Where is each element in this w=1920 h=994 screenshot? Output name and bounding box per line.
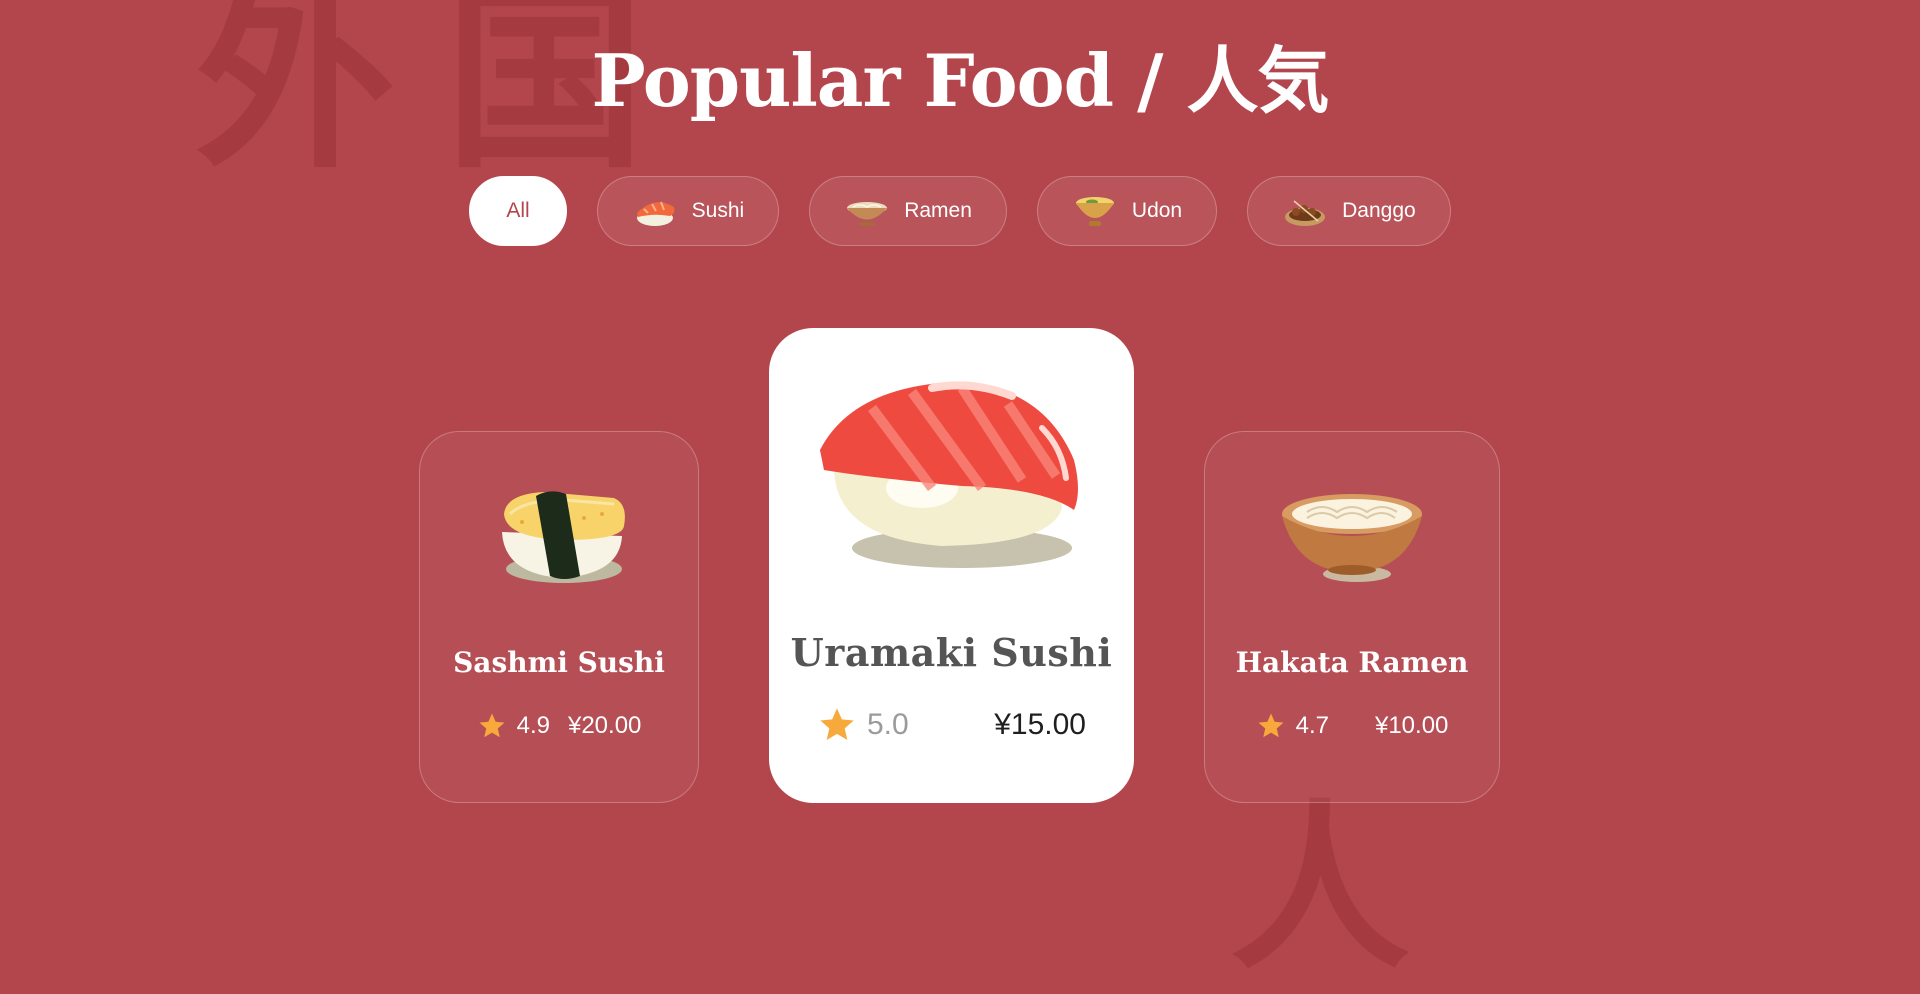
background-glyph: 人 xyxy=(1230,785,1411,994)
salmon-nigiri-image xyxy=(819,381,1078,568)
filter-label: All xyxy=(506,199,530,222)
star-icon xyxy=(1258,713,1284,738)
filter-label: Ramen xyxy=(904,199,972,222)
page-title-text: Popular Food / xyxy=(591,38,1187,123)
rating-group: 4.9 xyxy=(477,711,550,741)
filter-label: Udon xyxy=(1131,199,1183,222)
price-value: ¥20.00 xyxy=(567,712,642,739)
food-name: Hakata Ramen xyxy=(1235,646,1469,679)
ramen-bowl-icon xyxy=(847,202,888,226)
page-title-kanji: 人気 xyxy=(1186,39,1329,123)
rating-group: 4.7 xyxy=(1256,711,1329,741)
sushi-icon xyxy=(636,201,675,226)
rating-value: 5.0 xyxy=(867,708,909,741)
food-meta: 4.9 ¥20.00 xyxy=(420,711,698,741)
star-icon xyxy=(479,713,505,738)
tamago-sushi-image xyxy=(502,491,625,583)
rating-value: 4.7 xyxy=(1295,712,1329,739)
udon-bowl-icon xyxy=(1075,197,1114,226)
rating-value: 4.9 xyxy=(516,712,550,739)
filter-label: Danggo xyxy=(1342,199,1416,222)
filter-ramen-button[interactable]: Ramen xyxy=(809,176,1007,246)
food-card-sashmi-sushi[interactable]: Sashmi Sushi 4.9 ¥20.00 xyxy=(419,431,699,803)
page-title: Popular Food / 人気 xyxy=(0,22,1920,127)
food-card-uramaki-sushi[interactable]: Uramaki Sushi 5.0 ¥15.00 xyxy=(769,328,1134,803)
price-value: ¥15.00 xyxy=(994,708,1086,741)
filter-udon-button[interactable]: Udon xyxy=(1036,176,1218,246)
food-card-hakata-ramen[interactable]: Hakata Ramen 4.7 ¥10.00 xyxy=(1204,431,1500,803)
food-meta: 4.7 ¥10.00 xyxy=(1205,711,1499,741)
filter-danggo-button[interactable]: Danggo xyxy=(1247,176,1451,246)
ramen-bowl-image xyxy=(1282,494,1422,582)
star-icon xyxy=(820,708,854,740)
filter-all-button[interactable]: All xyxy=(469,176,567,246)
food-meta: 5.0 ¥15.00 xyxy=(769,705,1134,745)
filter-sushi-button[interactable]: Sushi xyxy=(596,176,780,246)
food-name: Uramaki Sushi xyxy=(790,630,1113,675)
dango-icon xyxy=(1285,200,1326,226)
category-filter-bar: All Sushi Ramen Udon Danggo xyxy=(0,176,1920,246)
food-name: Sashmi Sushi xyxy=(453,646,665,679)
filter-label: Sushi xyxy=(691,199,745,222)
rating-group: 5.0 xyxy=(817,705,909,745)
price-value: ¥10.00 xyxy=(1374,712,1449,739)
